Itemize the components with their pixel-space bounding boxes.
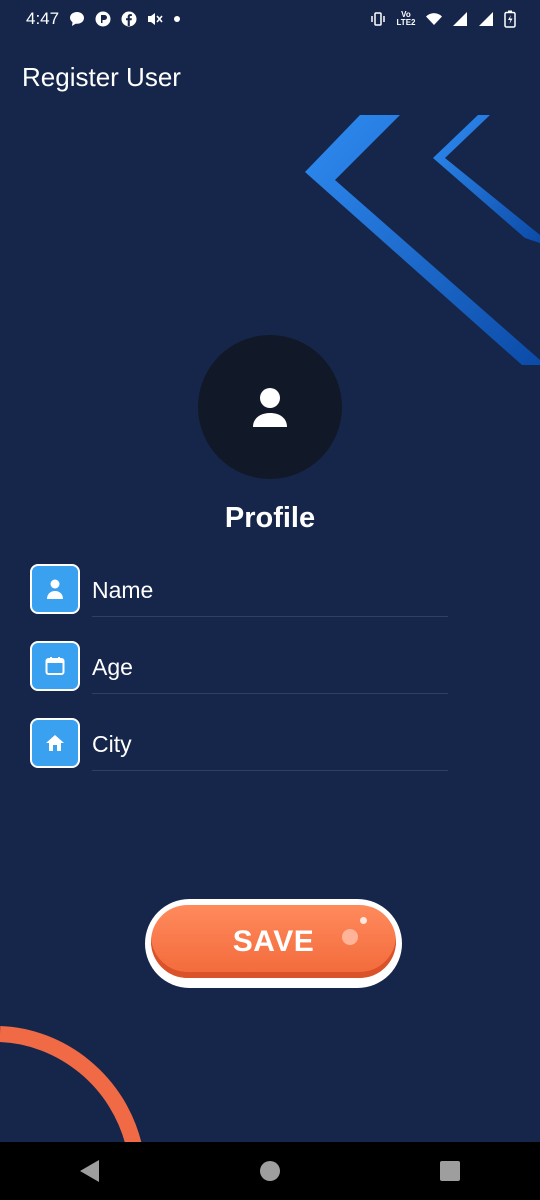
home-button[interactable]: [250, 1151, 290, 1191]
age-field: [30, 641, 450, 697]
app-bar-title: Register User: [22, 61, 181, 92]
battery-icon: [504, 10, 516, 28]
person-icon: [47, 579, 63, 599]
navigation-bar: [0, 1142, 540, 1200]
back-button[interactable]: [70, 1151, 110, 1191]
message-icon: [70, 12, 85, 26]
recents-icon: [440, 1161, 460, 1181]
dot-icon: [174, 16, 181, 22]
save-button[interactable]: SAVE: [151, 905, 396, 978]
age-field-icon: [30, 641, 80, 691]
app-icon: [95, 11, 111, 27]
person-icon: [253, 388, 287, 427]
volume-muted-icon: [148, 13, 163, 25]
back-icon: [80, 1160, 99, 1182]
recents-button[interactable]: [430, 1151, 470, 1191]
profile-avatar[interactable]: [198, 335, 342, 479]
save-button-frame: SAVE: [145, 899, 402, 988]
wifi-icon: [426, 13, 442, 25]
name-field: [30, 564, 450, 620]
city-field-icon: [30, 718, 80, 768]
profile-title: Profile: [224, 502, 316, 534]
app-bar: Register User: [0, 38, 540, 116]
name-field-icon: [30, 564, 80, 614]
vibrate-icon: [371, 12, 385, 26]
name-input[interactable]: [92, 564, 448, 617]
status-left: 4:47: [26, 9, 181, 29]
status-bar: 4:47 Vo LTE2: [0, 0, 540, 38]
decorative-arc: [0, 1026, 143, 1150]
home-icon: [46, 735, 64, 751]
calendar-icon: [45, 657, 65, 675]
decorative-chevrons: [305, 115, 540, 365]
city-field: [30, 718, 450, 774]
city-input[interactable]: [92, 718, 448, 771]
save-button-highlight: [342, 929, 358, 945]
age-input[interactable]: [92, 641, 448, 694]
status-time: 4:47: [26, 9, 60, 28]
signal-icon: [453, 12, 467, 26]
signal-icon: [479, 12, 493, 26]
facebook-icon: [121, 11, 137, 27]
home-circle-icon: [260, 1161, 280, 1181]
save-button-highlight: [360, 917, 367, 924]
status-right: Vo LTE2: [370, 10, 516, 28]
volte-icon: Vo LTE2: [396, 10, 416, 27]
